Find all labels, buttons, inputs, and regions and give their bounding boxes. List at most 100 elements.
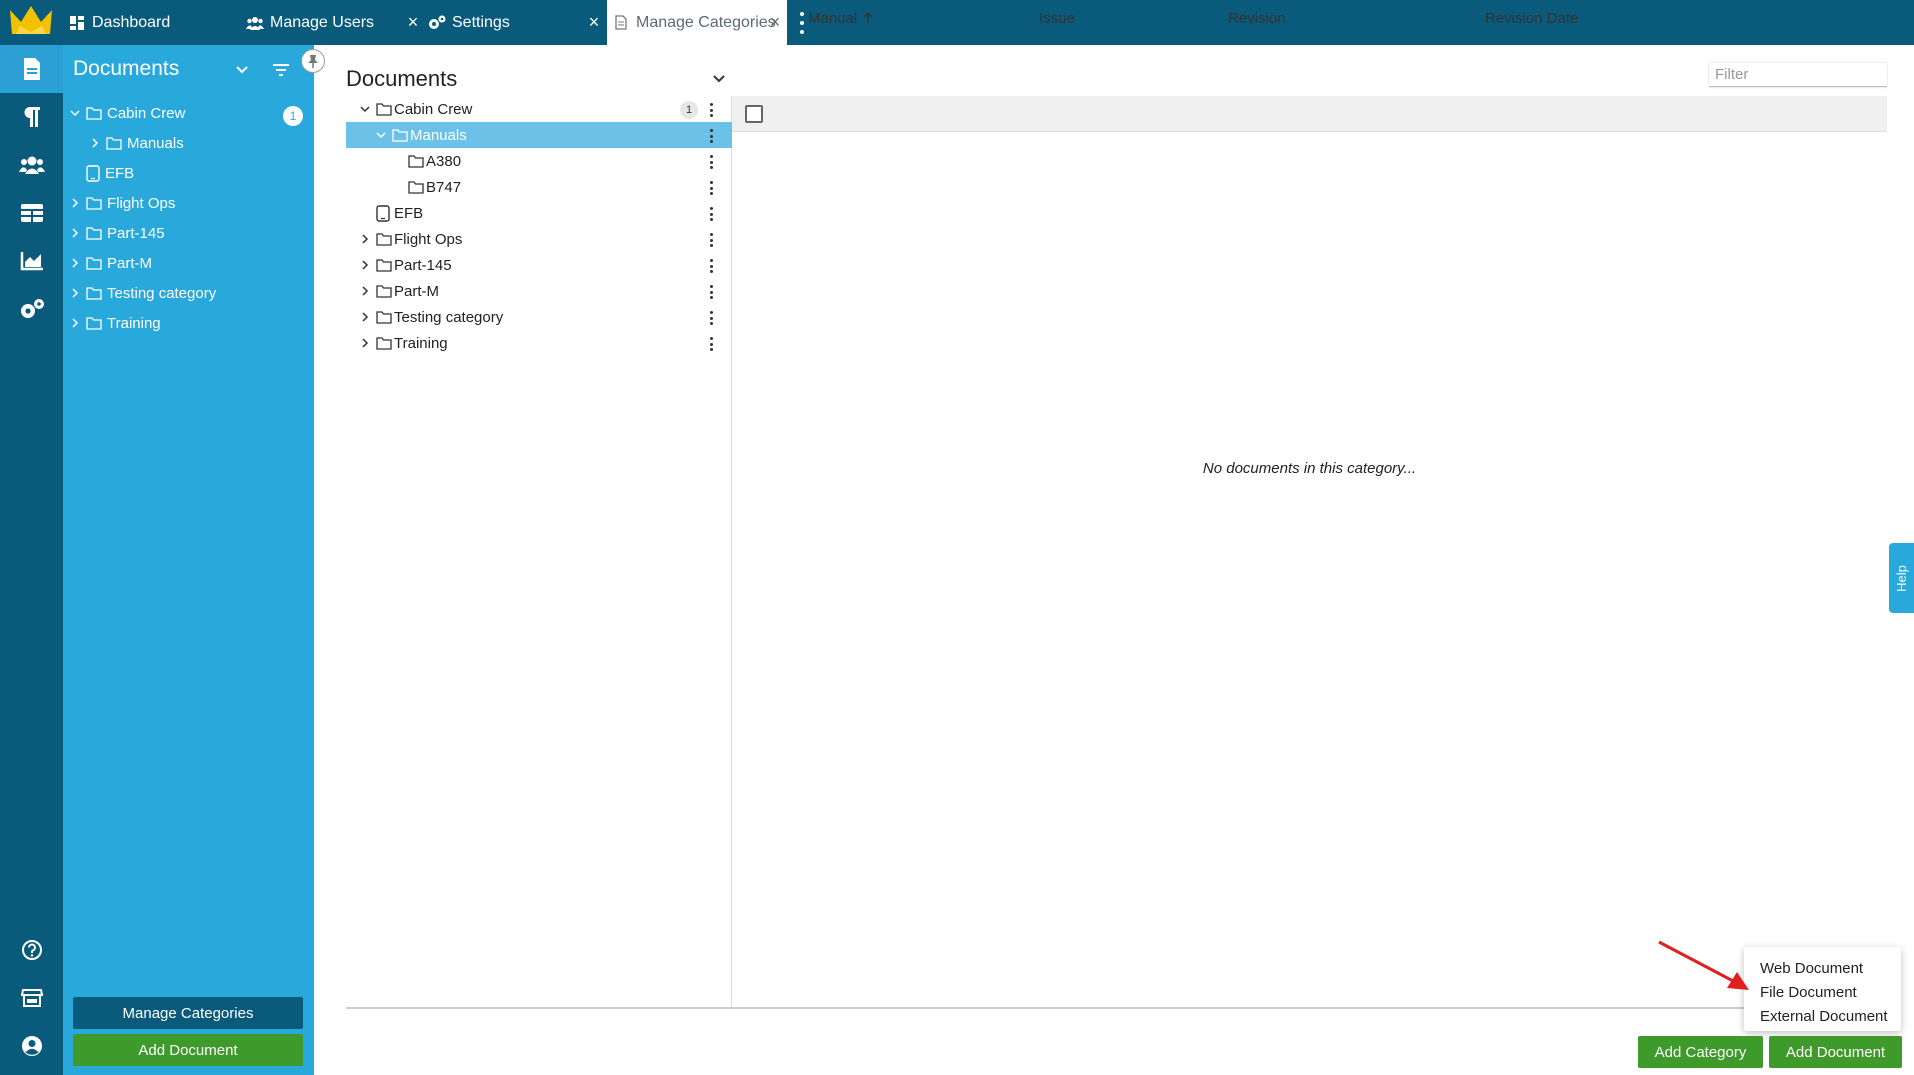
chevron-right-icon[interactable] [358,232,372,246]
sidebar-item-part-145[interactable]: Part-145 [68,220,165,246]
chevron-right-icon[interactable] [358,258,372,272]
help-tab[interactable]: Help [1889,543,1914,613]
chevron-down-icon[interactable] [710,70,728,88]
more-options-icon[interactable] [710,311,714,325]
chevron-down-icon[interactable] [358,102,372,116]
tab-dashboard[interactable]: Dashboard [68,0,170,45]
chevron-right-icon[interactable] [358,310,372,324]
more-options-icon[interactable] [710,129,714,143]
tree-item-part-145[interactable]: Part-145 [346,252,732,278]
chevron-right-icon[interactable] [68,226,82,240]
chevron-right-icon[interactable] [358,284,372,298]
close-icon[interactable]: × [403,0,423,45]
more-options-icon[interactable] [710,337,714,351]
tree-item-a380[interactable]: A380 [346,148,732,174]
tree-item-manuals[interactable]: Manuals [346,122,732,148]
column-header-revision[interactable]: Revision [1228,0,1286,36]
tree-item-label: Testing category [394,308,504,326]
tab-manage-categories[interactable]: Manage Categories [607,0,787,45]
tab-manage-users[interactable]: Manage Users [246,0,374,45]
column-header-manual[interactable]: Manual [808,0,873,36]
chevron-right-icon[interactable] [68,256,82,270]
tablet-icon [86,164,100,182]
more-options-icon[interactable] [710,103,714,117]
folder-icon [106,136,122,150]
chevron-down-icon[interactable] [233,61,251,79]
folder-icon [408,180,424,194]
chevron-right-icon[interactable] [68,286,82,300]
column-header-revision-date[interactable]: Revision Date [1485,0,1578,36]
rail-table[interactable] [0,189,63,237]
add-document-button[interactable]: Add Document [1769,1036,1902,1068]
chevron-right-icon[interactable] [88,136,102,150]
folder-icon [86,196,102,210]
more-options-icon[interactable] [710,259,714,273]
users-icon [18,156,45,174]
tree-item-flight-ops[interactable]: Flight Ops [346,226,732,252]
tab-label: Settings [452,13,510,31]
chevron-right-icon[interactable] [358,336,372,350]
rail-chart[interactable] [0,237,63,285]
manage-categories-button[interactable]: Manage Categories [73,997,303,1029]
menu-item-external-document[interactable]: External Document [1760,1008,1888,1025]
sidebar-item-flight-ops[interactable]: Flight Ops [68,190,175,216]
divider [346,1007,1887,1009]
add-category-button[interactable]: Add Category [1638,1036,1763,1068]
menu-item-file-document[interactable]: File Document [1760,984,1857,1001]
rail-store[interactable] [0,974,63,1022]
sidebar-item-testing-category[interactable]: Testing category [68,280,216,306]
folder-icon [376,310,392,324]
chevron-right-icon[interactable] [68,316,82,330]
sidebar-item-label: EFB [105,164,135,182]
rail-users[interactable] [0,141,63,189]
rail-settings[interactable] [0,285,63,333]
tree-item-cabin-crew[interactable]: Cabin Crew [346,96,732,122]
close-icon[interactable]: × [584,0,604,45]
more-options-icon[interactable] [710,233,714,247]
store-icon [20,989,43,1007]
gears-icon [20,299,44,318]
tree-item-label: Training [394,334,448,352]
sidebar-item-training[interactable]: Training [68,310,161,336]
crown-logo-icon[interactable] [8,4,54,40]
filter-icon[interactable] [271,60,291,80]
folder-icon [392,128,408,142]
rail-profile[interactable] [0,1022,63,1070]
count-badge: 1 [283,106,303,126]
tree-item-efb[interactable]: EFB [346,200,732,226]
folder-icon [408,154,424,168]
tree-item-b747[interactable]: B747 [346,174,732,200]
more-options-icon[interactable] [710,155,714,169]
menu-item-web-document[interactable]: Web Document [1760,960,1863,977]
column-header-issue[interactable]: Issue [1039,0,1075,36]
more-options-icon[interactable] [710,181,714,195]
select-all-checkbox[interactable] [745,105,763,123]
sidebar-item-part-m[interactable]: Part-M [68,250,152,276]
rail-help[interactable] [0,926,63,974]
more-tabs-icon[interactable] [796,12,808,34]
chevron-down-icon[interactable] [68,106,82,120]
rail-documents[interactable] [0,45,63,93]
rail-paragraph[interactable] [0,93,63,141]
chevron-right-icon[interactable] [68,196,82,210]
more-options-icon[interactable] [710,207,714,221]
tree-item-training[interactable]: Training [346,330,732,356]
pin-icon[interactable] [301,49,325,73]
chevron-down-icon[interactable] [374,128,388,142]
add-document-sidebar-button[interactable]: Add Document [73,1034,303,1066]
folder-icon [376,336,392,350]
sidebar-item-label: Part-145 [107,224,165,242]
sidebar-item-label: Training [107,314,161,332]
more-options-icon[interactable] [710,285,714,299]
tab-settings[interactable]: Settings [428,0,510,45]
close-icon[interactable]: × [765,0,785,45]
filter-input[interactable] [1709,63,1887,87]
folder-icon [86,286,102,300]
folder-icon [376,258,392,272]
tree-item-part-m[interactable]: Part-M [346,278,732,304]
sidebar-item-manuals[interactable]: Manuals [88,130,184,156]
tree-item-testing-category[interactable]: Testing category [346,304,732,330]
tree-item-label: Part-M [394,282,439,300]
sidebar-item-efb[interactable]: EFB [68,160,134,186]
sidebar-item-cabin-crew[interactable]: Cabin Crew [68,100,185,126]
